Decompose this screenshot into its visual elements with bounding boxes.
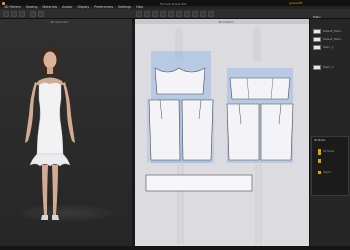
front-skirt-right-pattern: [181, 99, 214, 161]
fabric-list-item[interactable]: Default_Fabric: [313, 36, 341, 42]
pattern-canvas[interactable]: [135, 24, 309, 250]
model-marker-icon: [318, 149, 321, 155]
menu-item-help[interactable]: Help: [136, 5, 143, 9]
property-editor-title: 3D Model: [314, 139, 326, 142]
select-tool-icon[interactable]: [3, 10, 9, 17]
back-skirt-left-pattern: [226, 103, 260, 161]
app-window: Female Dress 001 gerberfit 3D Pattern Se…: [0, 0, 350, 250]
front-bodice-pattern: [154, 67, 206, 95]
status-bar: [0, 246, 350, 250]
front-skirt-left-pattern: [148, 99, 181, 161]
object-marker-icon: [318, 159, 321, 163]
back-skirt-right-pattern: [260, 103, 294, 161]
fold-tool-icon[interactable]: [19, 10, 25, 17]
toolbar: [0, 9, 350, 19]
menu-item-3d-pattern[interactable]: 3D Pattern: [4, 5, 21, 9]
simulation-icon[interactable]: [30, 10, 36, 17]
menu-item-sewing[interactable]: Sewing: [26, 5, 38, 9]
fabric-swatch: [313, 36, 321, 42]
fabric-list-item[interactable]: Default_Fabric: [313, 28, 341, 34]
menu-item-avatar[interactable]: Avatar: [62, 5, 72, 9]
polygon-tool-icon[interactable]: [144, 10, 150, 17]
user-badge[interactable]: gerberfit: [289, 1, 302, 5]
segment-sewing-icon[interactable]: [192, 10, 198, 17]
fabric-swatch: [313, 44, 321, 50]
window-title: Female Dress 001: [160, 1, 187, 6]
property-editor-panel: 3D Model 3D Model Object: [311, 136, 349, 196]
sewing-tool-icon[interactable]: [184, 10, 190, 17]
layer-marker-icon: [318, 171, 321, 174]
dart-tool-icon[interactable]: [168, 10, 174, 17]
menu-item-materials[interactable]: Materials: [43, 5, 58, 9]
fabric-swatch: [313, 28, 321, 34]
back-bodice-pattern: [229, 77, 291, 100]
fabric-list-item[interactable]: Fabric_2: [313, 64, 334, 70]
object-browser-panel: Fabric Default_Fabric Default_Fabric Fab…: [309, 16, 350, 250]
fabric-list-item[interactable]: Fabric_1: [313, 44, 334, 50]
grading-icon[interactable]: [208, 10, 214, 17]
avatar-figure[interactable]: [0, 19, 132, 250]
object-browser-tab[interactable]: Fabric: [313, 14, 321, 20]
rectangle-tool-icon[interactable]: [152, 10, 158, 17]
free-sewing-icon[interactable]: [200, 10, 206, 17]
pin-tool-icon[interactable]: [38, 10, 44, 17]
menu-item-display[interactable]: Display: [77, 5, 89, 9]
ruffle-strip-pattern: [145, 174, 253, 192]
edit-pattern-icon[interactable]: [136, 10, 142, 17]
menu-item-preferences[interactable]: Preferences: [94, 5, 113, 9]
property-row[interactable]: Object: [323, 171, 331, 174]
seam-tool-icon[interactable]: [176, 10, 182, 17]
circle-tool-icon[interactable]: [160, 10, 166, 17]
menu-item-settings[interactable]: Settings: [118, 5, 131, 9]
fabric-swatch: [313, 64, 321, 70]
move-tool-icon[interactable]: [11, 10, 17, 17]
property-row[interactable]: 3D Model: [323, 150, 334, 153]
